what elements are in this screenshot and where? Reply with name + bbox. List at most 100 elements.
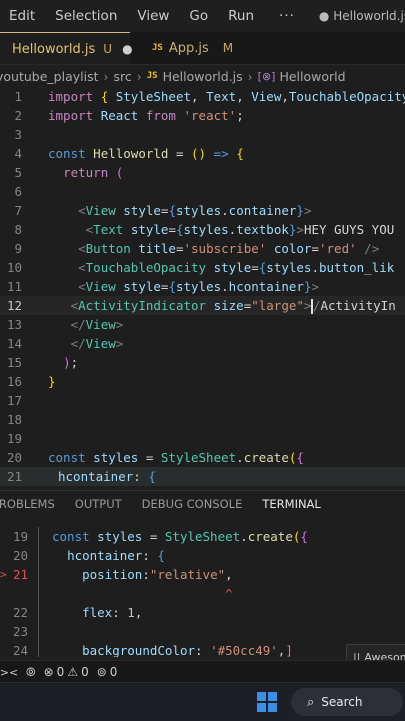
line-number: 10 (6, 260, 22, 275)
line-number: 11 (6, 279, 22, 294)
code-line: return ( (63, 165, 124, 180)
terminal-line: backgroundColor: '#50cc49',] (82, 643, 293, 657)
window-title: ● Helloworld.js - demo_ (318, 9, 405, 23)
chevron-right-icon: › (247, 68, 253, 84)
menu-more-button[interactable]: ··· (265, 8, 309, 24)
code-line: <ActivityIndicator size="large">/Activit… (70, 298, 396, 314)
code-line: <Text style={styles.textbok}>HEY GUYS YO… (85, 222, 395, 237)
line-number: 23 (12, 624, 28, 639)
breadcrumb-file[interactable]: Helloworld.js (163, 69, 243, 84)
code-line: ); (63, 355, 79, 370)
tab-debug-console[interactable]: DEBUG CONSOLE (132, 491, 253, 517)
error-arrow-icon: > (0, 568, 7, 581)
line-number: 9 (14, 241, 22, 256)
terminal-panel[interactable]: 19 const styles = StyleSheet.create({ 20 … (0, 527, 405, 657)
line-number: 18 (6, 412, 22, 427)
tab-label: App.js (168, 40, 209, 56)
code-line: <TouchableOpacity style={styles.button_l… (78, 260, 395, 275)
line-number: 24 (12, 643, 28, 657)
code-line: </View> (70, 336, 124, 351)
line-number: 6 (14, 184, 22, 199)
code-line: hcontainer: { (58, 469, 156, 484)
code-line: const styles = StyleSheet.create({ (48, 450, 304, 465)
line-number: 5 (14, 165, 22, 180)
error-count: 0 (56, 665, 65, 679)
error-icon: ⊗ (43, 665, 54, 679)
terminal-line: hcontainer: { (67, 548, 165, 563)
tab-output[interactable]: OUTPUT (65, 491, 132, 517)
terminal-line: const styles = StyleSheet.create({ (52, 529, 308, 544)
chevron-right-icon: › (136, 68, 142, 84)
broadcast-icon[interactable]: ⦾ (26, 665, 36, 680)
menu-edit[interactable]: Edit (0, 8, 46, 24)
line-number: 7 (14, 203, 22, 218)
editor-tab-bar: Helloworld.js U ● JS App.js M (0, 32, 405, 65)
code-line: const Helloworld = () => { (48, 146, 244, 161)
menu-view[interactable]: View (128, 8, 180, 24)
js-file-icon: JS (152, 43, 163, 53)
search-icon: ⌕ (307, 694, 315, 710)
code-editor[interactable]: 1 import { StyleSheet, Text, View,Touchab… (0, 87, 405, 487)
terminal-line: ^ (52, 584, 233, 603)
line-number: 2 (14, 108, 22, 123)
code-line: import { StyleSheet, Text, View,Touchabl… (48, 89, 405, 104)
line-number: 12 (6, 298, 22, 313)
line-number: 20 (12, 548, 28, 563)
line-number: 3 (14, 127, 22, 142)
tab-problems[interactable]: PROBLEMS (0, 491, 65, 517)
js-file-icon: JS (146, 71, 158, 81)
line-number: 19 (12, 529, 28, 544)
problems-status[interactable]: ⊗ 0 ⚠ 0 (44, 665, 89, 679)
line-number: 19 (6, 431, 22, 446)
antenna-icon: ⊚ (96, 665, 107, 679)
current-line-highlight: 12 <ActivityIndicator size="large">/Acti… (0, 296, 405, 315)
status-bar: >< ⦾ ⊗ 0 ⚠ 0 ⊚ 0 (0, 660, 405, 683)
ports-count: 0 (109, 665, 118, 679)
breadcrumb: youtube_playlist › src › JS Helloworld.j… (0, 65, 405, 87)
tab-app[interactable]: JS App.js M (130, 32, 284, 64)
line-number: 8 (14, 222, 22, 237)
tab-terminal[interactable]: TERMINAL (252, 491, 331, 517)
windows-taskbar: ⌕ Search (0, 682, 405, 721)
code-line: import React from 'react'; (48, 108, 244, 123)
chevron-right-icon: › (103, 68, 109, 84)
line-number: 20 (6, 450, 22, 465)
menu-run[interactable]: Run (219, 8, 265, 24)
modified-badge: M (222, 41, 234, 55)
menu-selection[interactable]: Selection (46, 8, 128, 24)
ports-status[interactable]: ⊚ 0 (97, 665, 118, 679)
line-number: 17 (6, 393, 22, 408)
code-line: </View> (70, 317, 124, 332)
panel-tab-bar: PROBLEMS OUTPUT DEBUG CONSOLE TERMINAL (0, 490, 405, 517)
line-number: 13 (6, 317, 22, 332)
warning-count: 0 (81, 665, 89, 679)
terminal-line: flex: 1, (82, 605, 143, 620)
line-number: 14 (6, 336, 22, 351)
tab-label: Helloworld.js (12, 41, 96, 57)
code-line: <View style={styles.container}> (78, 203, 312, 218)
error-caret: ^ (225, 586, 233, 601)
remote-icon[interactable]: >< (0, 661, 18, 683)
tab-helloworld[interactable]: Helloworld.js U ● (0, 32, 133, 64)
code-line: } (48, 374, 56, 389)
code-line: <View style={styles.hcontainer}> (78, 279, 319, 294)
menu-bar: Edit Selection View Go Run ··· ● Hellowo… (0, 0, 405, 32)
line-number: 15 (6, 355, 22, 370)
taskbar-search-button[interactable]: ⌕ Search (291, 688, 403, 716)
windows-start-icon[interactable] (257, 692, 277, 712)
untracked-badge: U (103, 42, 113, 56)
breadcrumb-symbol[interactable]: Helloworld (279, 69, 345, 84)
line-number: 16 (6, 374, 22, 389)
line-number: 21 (6, 469, 22, 484)
breadcrumb-src[interactable]: src (114, 69, 132, 84)
warning-icon: ⚠ (67, 665, 79, 679)
line-number: 1 (14, 89, 22, 104)
symbol-icon: [⊗] (257, 69, 276, 83)
search-label: Search (321, 695, 363, 709)
line-number: 22 (12, 605, 28, 620)
code-line: <Button title='subscribe' color='red' /> (78, 241, 380, 256)
terminal-line: position:"relative", (82, 567, 233, 582)
line-number: 4 (14, 146, 22, 161)
menu-go[interactable]: Go (180, 8, 219, 24)
breadcrumb-folder[interactable]: youtube_playlist (0, 69, 99, 84)
